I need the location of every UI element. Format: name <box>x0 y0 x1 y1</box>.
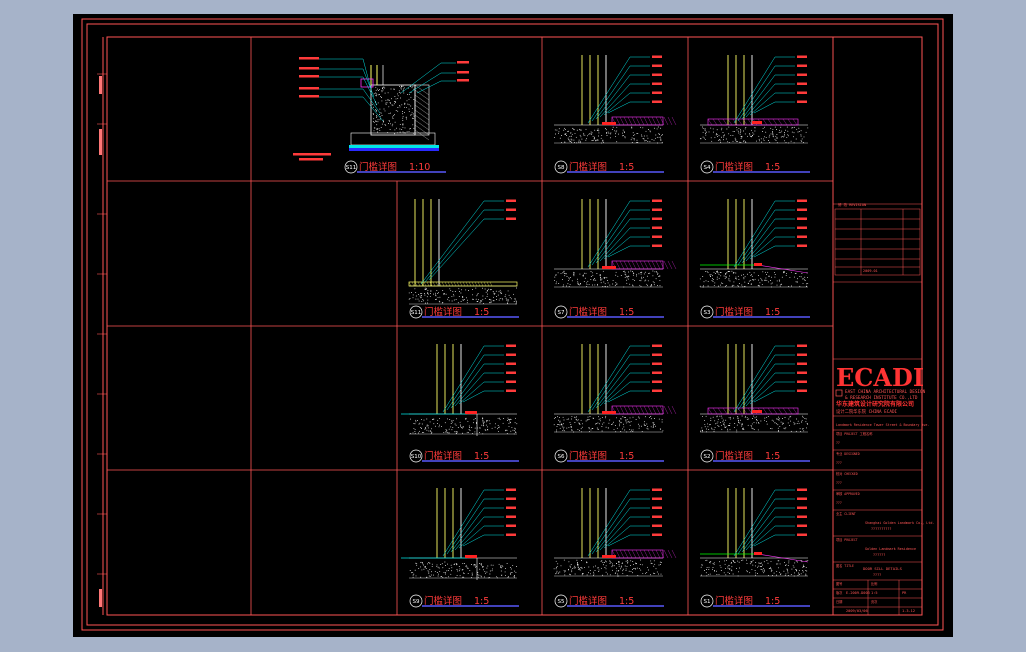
subtitle-cn: 设计二院华东院 CHINA ECADI <box>836 408 898 415</box>
detail-bubble-s4: S4 <box>700 160 714 174</box>
drawing-no: E-2009-D003 <box>846 591 870 595</box>
date-value: 2009/03/06 <box>846 609 868 613</box>
drawing-title: DOOR SILL DETAILS <box>863 566 903 571</box>
cad-viewport[interactable]: S11 门槛详图 1:10 S8 门槛详图 1:5 S4 门槛详图 1:5 S11 门槛详图 1:5 S… <box>73 14 953 637</box>
detail-s11-drawing: S11 门槛详图 1:5 <box>408 199 519 319</box>
detail-s1-drawing: S1 门槛详图 1:5 <box>700 488 810 608</box>
detail-bubble-s10: S10 <box>409 449 423 463</box>
svg-text:???: ??? <box>836 481 842 485</box>
project-name: Golden Landmark Residence <box>865 547 916 551</box>
svg-text:审核 APPROVED: 审核 APPROVED <box>836 491 860 496</box>
svg-text:日期: 日期 <box>836 599 842 604</box>
svg-text:??: ?? <box>836 441 840 445</box>
svg-text:页次: 页次 <box>871 599 878 604</box>
detail-number: S3 <box>704 310 711 316</box>
sheet-outer-frame <box>81 18 944 631</box>
client-line-1: Shanghai Golden Landmark Co., Ltd. <box>865 521 934 525</box>
detail-number: S2 <box>704 454 711 460</box>
detail-s10-drawing: S10 门槛详图 1:5 <box>401 344 519 463</box>
svg-text:比例: 比例 <box>871 581 877 586</box>
svg-text:???: ??? <box>836 461 842 465</box>
detail-number: S7 <box>558 310 565 316</box>
svg-text:校对 CHECKED: 校对 CHECKED <box>836 471 858 476</box>
title-block: 修 改 REVISION 2009.01 ECADI EAST CHINA AR… <box>832 36 934 616</box>
detail-grid <box>107 37 834 615</box>
scale-value: 1:5 <box>871 591 878 595</box>
svg-text:图名 TITLE: 图名 TITLE <box>836 563 854 568</box>
project-line: Landmark Residence Tower Street & Bounda… <box>836 423 929 427</box>
detail-s11-drawing: S11 门槛详图 1:10 <box>293 57 469 174</box>
detail-s7-drawing: S7 门槛详图 1:5 <box>554 199 677 319</box>
detail-bubble-s6: S6 <box>554 449 568 463</box>
detail-bubble-s9: S9 <box>409 594 423 608</box>
detail-bubble-s1: S1 <box>700 594 714 608</box>
svg-text:???: ??? <box>836 501 842 505</box>
ecadi-logo: ECADI <box>836 363 924 392</box>
rev-value: PR <box>902 591 907 595</box>
detail-number: S8 <box>558 165 565 171</box>
svg-text:项目 PROJECT 工程名称: 项目 PROJECT 工程名称 <box>836 431 873 436</box>
company-cn: 华东建筑设计研究院有限公司 <box>836 400 914 408</box>
detail-s8-drawing: S8 门槛详图 1:5 <box>553 55 677 174</box>
detail-number: S4 <box>704 165 711 171</box>
detail-bubble-s8: S8 <box>554 160 568 174</box>
drawing-sub: ???? <box>873 573 881 577</box>
detail-s2-drawing: S2 门槛详图 1:5 <box>700 344 810 463</box>
detail-number: S1 <box>704 599 711 605</box>
detail-bubble-s2: S2 <box>700 449 714 463</box>
detail-number: S11 <box>346 165 357 171</box>
detail-number: S6 <box>558 454 565 460</box>
detail-number: S11 <box>411 310 422 316</box>
detail-number: S9 <box>413 599 420 605</box>
cad-drawing-sheet: S11 门槛详图 1:10 S8 门槛详图 1:5 S4 门槛详图 1:5S11 门槛详图 1:5 S… <box>81 18 944 631</box>
svg-text:图号: 图号 <box>836 581 842 586</box>
svg-text:专业 DESIGNED: 专业 DESIGNED <box>836 451 860 456</box>
detail-s3-drawing: S3 门槛详图 1:5 <box>699 199 810 319</box>
client-line-2: ?????????? <box>871 527 891 531</box>
detail-bubble-s3: S3 <box>700 305 714 319</box>
detail-s6-drawing: S6 门槛详图 1:5 <box>553 344 677 463</box>
detail-bubble-s5: S5 <box>554 594 568 608</box>
project-sub: ?????? <box>873 553 885 557</box>
detail-bubble-s11: S11 <box>409 305 423 319</box>
svg-text:业主 CLIENT: 业主 CLIENT <box>836 511 856 516</box>
svg-text:项目 PROJECT: 项目 PROJECT <box>836 538 858 542</box>
tb-date-header: 2009.01 <box>863 269 878 273</box>
detail-s9-drawing: S9 门槛详图 1:5 <box>401 488 519 608</box>
detail-number: S5 <box>558 599 565 605</box>
detail-s5-drawing: S5 门槛详图 1:5 <box>553 488 677 608</box>
detail-bubble-s11: S11 <box>344 160 358 174</box>
svg-text:修 改 REVISION: 修 改 REVISION <box>838 202 866 207</box>
detail-s4-drawing: S4 门槛详图 1:5 <box>699 55 810 174</box>
svg-text:版次: 版次 <box>836 590 843 595</box>
company-en-1: EAST CHINA ARCHITECTURAL DESIGN <box>845 389 926 395</box>
sheet-value: 1-3-12 <box>902 609 915 613</box>
detail-bubble-s7: S7 <box>554 305 568 319</box>
detail-number: S10 <box>411 454 422 460</box>
